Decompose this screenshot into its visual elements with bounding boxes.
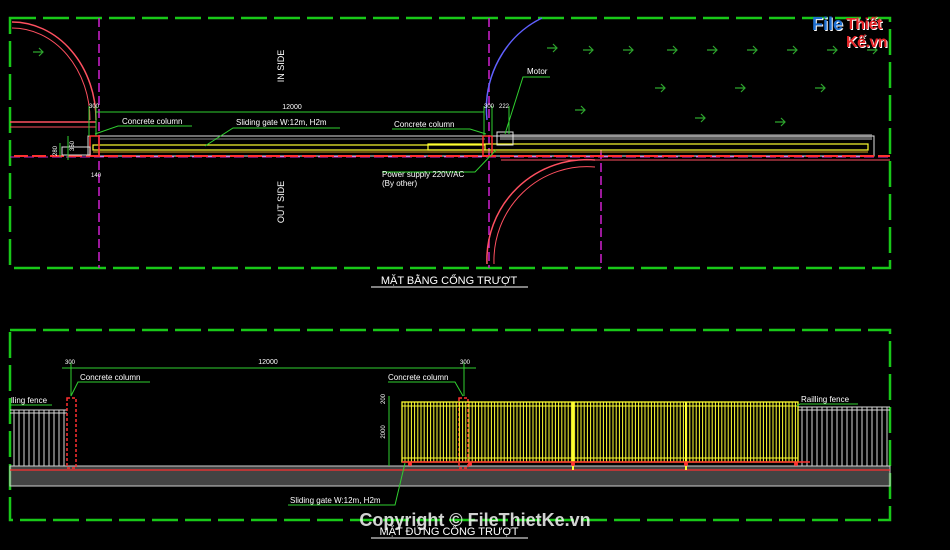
elevation-leader-column-left: [70, 381, 150, 397]
plan-view: 12000 300 300 222 280 350 140 Concrete c…: [8, 16, 892, 288]
direction-arrow-icon: [735, 83, 746, 93]
plan-dim-side-a: 280: [53, 145, 59, 156]
direction-arrow-icon: [575, 105, 586, 115]
plan-label-in-side: IN SIDE: [276, 50, 286, 83]
elevation-dim-top: 200: [381, 393, 387, 404]
plan-dim-total: 12000: [282, 104, 302, 111]
plan-label-sliding-gate: Sliding gate W:12m, H2m: [236, 118, 327, 127]
direction-arrow-icon: [747, 45, 758, 55]
elevation-dim-col-right: 300: [460, 360, 471, 366]
direction-arrow-icon: [707, 45, 718, 55]
elevation-fence-left: [10, 409, 67, 466]
elevation-dim-total: 12000: [258, 359, 278, 366]
direction-arrow-icon: [547, 43, 558, 53]
direction-arrow-icon: [623, 45, 634, 55]
copyright-watermark: Copyright © FileThietKe.vn: [359, 510, 591, 530]
plan-gate-stored: [427, 143, 869, 151]
plan-leader-motor: [504, 76, 550, 135]
plan-label-column-right: Concrete column: [394, 120, 454, 129]
plan-label-by-other: (By other): [382, 179, 417, 188]
direction-arrow-icon-group: [33, 43, 878, 127]
direction-arrow-icon: [33, 47, 44, 57]
elevation-label-sliding-gate: Sliding gate W:12m, H2m: [290, 496, 381, 505]
elevation-dim-height: 2000: [381, 425, 387, 439]
plan-swing-arc-left: [11, 21, 97, 121]
elevation-label-fence-left: lling fence: [11, 396, 48, 405]
plan-dim-col-left: 300: [89, 104, 100, 110]
plan-dim-side-b: 350: [70, 140, 76, 151]
direction-arrow-icon: [775, 117, 786, 127]
elevation-label-column-left: Concrete column: [80, 373, 140, 382]
plan-frame: [8, 16, 892, 270]
direction-arrow-icon: [583, 45, 594, 55]
direction-arrow-icon: [667, 45, 678, 55]
direction-arrow-icon: [787, 45, 798, 55]
direction-arrow-icon: [827, 45, 838, 55]
plan-gate: [92, 144, 486, 151]
elevation-label-column-right: Concrete column: [388, 373, 448, 382]
elevation-dim-col-left: 300: [65, 360, 76, 366]
direction-arrow-icon: [695, 113, 706, 123]
plan-label-motor: Motor: [527, 67, 548, 76]
plan-label-column-left: Concrete column: [122, 117, 182, 126]
elevation-leader-fence-right: [796, 403, 858, 407]
plan-rail-left-block: [61, 146, 91, 156]
plan-leader-gate: [204, 127, 340, 147]
elevation-leader-column-right: [388, 381, 464, 397]
direction-arrow-icon: [815, 83, 826, 93]
logo-rest-text: Thiết Kế.vn: [846, 16, 888, 51]
elevation-fence-right: [798, 406, 890, 466]
elevation-gate: [402, 402, 798, 470]
logo-file-text: File: [812, 14, 844, 34]
plan-label-out-side: OUT SIDE: [276, 181, 286, 223]
plan-title: MẶT BẰNG CỔNG TRƯỢT: [381, 274, 518, 287]
direction-arrow-icon: [655, 83, 666, 93]
plan-dim-bottom: 140: [91, 173, 102, 179]
elevation-ground: [10, 466, 890, 486]
plan-leader-column-right: [392, 128, 487, 135]
plan-leader-power: [382, 149, 497, 173]
elevation-view: 12000 300 300 2000 200 Concrete column C…: [8, 328, 892, 539]
plan-dim-motor: 222: [499, 104, 510, 110]
plan-swing-arc-mid-bottom-inner: [493, 166, 596, 265]
plan-swing-arc-mid-bottom: [486, 158, 596, 265]
plan-dim-col-right: 300: [484, 104, 495, 110]
elevation-column-left: [66, 397, 77, 469]
plan-label-power: Power supply 220V/AC: [382, 170, 464, 179]
site-logo[interactable]: File Thiết Kế.vn: [812, 14, 922, 51]
plan-leader-column-left: [94, 125, 192, 135]
plan-column-left: [89, 135, 100, 157]
elevation-label-fence-right: Railling fence: [801, 395, 850, 404]
plan-swing-arc-left-inner: [11, 27, 91, 121]
cad-drawing: 12000 300 300 222 280 350 140 Concrete c…: [8, 16, 892, 539]
